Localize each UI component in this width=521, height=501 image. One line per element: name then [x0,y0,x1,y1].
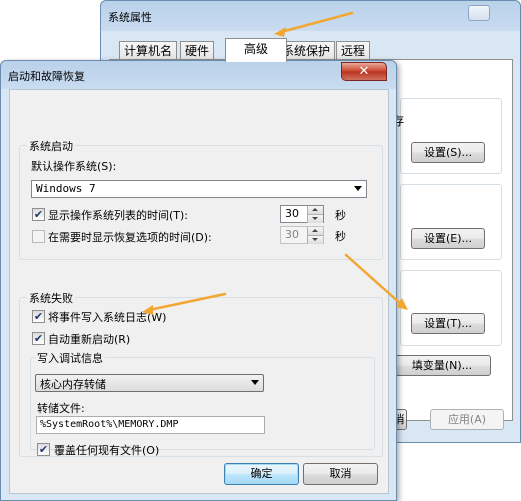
default-os-select[interactable]: Windows 7 [31,180,367,198]
dialog-body: 系统启动 默认操作系统(S): Windows 7 ✔ 显示操作系统列表的时间(… [9,89,389,494]
dialog-title: 启动和故障恢复 [8,70,85,83]
debug-type-select[interactable]: 核心内存转储 [35,374,264,392]
tab-computer-name[interactable]: 计算机名 [119,41,178,61]
performance-settings-button[interactable]: 设置(S)... [411,142,485,163]
tab-hardware[interactable]: 硬件 [180,41,215,61]
show-list-checkbox[interactable]: ✔ [32,208,45,221]
close-icon: ✕ [358,64,370,79]
environment-variables-button[interactable]: 填变量(N)... [393,355,491,376]
window-title: 系统属性 [108,11,152,24]
chevron-down-icon [251,380,259,385]
seconds-unit: 秒 [335,209,346,222]
system-startup-label: 系统启动 [27,138,75,154]
default-os-label: 默认操作系统(S): [31,160,117,173]
startup-recovery-dialog: 启动和故障恢复 ✕ 系统启动 默认操作系统(S): Windows 7 ✔ 显示… [0,60,397,501]
show-list-label: 显示操作系统列表的时间(T): [48,209,189,222]
seconds-unit-2: 秒 [335,230,346,243]
profiles-settings-button[interactable]: 设置(E)... [411,228,485,249]
debug-info-label: 写入调试信息 [35,350,105,366]
dump-file-label: 转储文件: [37,402,85,415]
chevron-down-icon [354,186,362,191]
dump-file-value: %SystemRoot%\MEMORY.DMP [40,419,179,430]
system-failure-label: 系统失败 [27,290,75,306]
spin-down-icon [307,235,323,244]
dump-file-input[interactable]: %SystemRoot%\MEMORY.DMP [36,416,265,434]
show-recovery-seconds-stepper: 30 [280,226,324,244]
tab-bar: 计算机名 硬件 高级 系统保护 远程 [109,38,513,62]
default-os-value: Windows 7 [36,182,96,195]
overwrite-label: 覆盖任何现有文件(O) [54,444,160,457]
auto-restart-checkbox[interactable]: ✔ [32,332,45,345]
startup-recovery-group [400,270,502,346]
write-event-checkbox[interactable]: ✔ [32,310,45,323]
show-list-seconds-value: 30 [285,207,299,220]
tab-advanced[interactable]: 高级 [225,38,287,62]
show-recovery-label: 在需要时显示恢复选项的时间(D): [48,231,212,244]
startup-recovery-settings-button[interactable]: 设置(T)... [411,313,485,334]
spin-up-icon [307,227,323,235]
debug-type-value: 核心内存转储 [40,378,106,391]
write-event-label: 将事件写入系统日志(W) [48,311,167,324]
cancel-button[interactable]: 取消 [303,463,378,485]
spin-down-icon[interactable] [307,214,323,223]
close-button[interactable]: ✕ [341,62,387,81]
tab-remote[interactable]: 远程 [336,41,371,61]
spin-up-icon[interactable] [307,206,323,214]
show-recovery-seconds-value: 30 [285,228,299,241]
overwrite-checkbox[interactable]: ✔ [37,443,50,456]
help-button[interactable] [468,5,490,21]
show-list-seconds-stepper[interactable]: 30 [280,205,324,223]
auto-restart-label: 自动重新启动(R) [48,333,131,346]
apply-button: 应用(A) [430,409,504,430]
ok-button[interactable]: 确定 [224,463,299,485]
show-recovery-checkbox[interactable] [32,230,45,243]
